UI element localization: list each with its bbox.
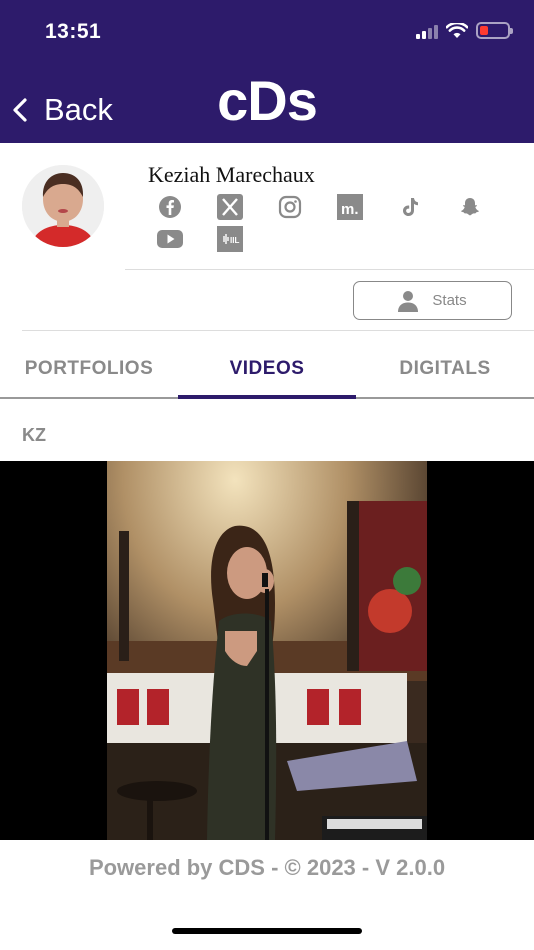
svg-text:IIL: IIL <box>230 236 239 245</box>
divider <box>125 269 534 270</box>
stats-button[interactable]: Stats <box>353 281 512 320</box>
app-title: cDs <box>217 69 318 132</box>
divider <box>22 330 534 331</box>
video-thumbnail <box>107 461 427 840</box>
video-section-label: KZ <box>22 425 46 445</box>
profile-card: Keziah Marechaux m. IIL Stats <box>0 143 534 331</box>
person-icon <box>398 290 419 312</box>
home-indicator <box>172 928 362 934</box>
tab-videos[interactable]: VIDEOS <box>178 358 356 380</box>
youtube-icon[interactable] <box>156 225 184 253</box>
active-tab-indicator <box>178 395 356 399</box>
profile-name: Keziah Marechaux <box>148 162 315 187</box>
app-header: 13:51 Back cDs <box>0 0 534 143</box>
video-player[interactable] <box>0 461 534 840</box>
stats-label: Stats <box>432 292 467 309</box>
tab-portfolios[interactable]: PORTFOLIOS <box>0 358 178 380</box>
avatar <box>22 165 104 247</box>
spotlight-icon[interactable]: IIL <box>216 225 244 253</box>
tiktok-icon[interactable] <box>396 193 424 221</box>
battery-icon <box>476 22 513 39</box>
footer-text: Powered by CDS - © 2023 - V 2.0.0 <box>88 855 446 880</box>
wifi-icon <box>446 22 468 38</box>
facebook-icon[interactable] <box>156 193 184 221</box>
status-time: 13:51 <box>45 20 102 43</box>
snapchat-icon[interactable] <box>456 193 484 221</box>
svg-text:m.: m. <box>341 201 359 218</box>
tab-bar: PORTFOLIOS VIDEOS DIGITALS <box>0 343 534 399</box>
tab-digitals[interactable]: DIGITALS <box>356 358 534 380</box>
x-icon[interactable] <box>216 193 244 221</box>
cellular-signal-icon <box>416 23 438 39</box>
models-icon[interactable]: m. <box>336 193 364 221</box>
status-icons <box>416 22 513 39</box>
instagram-icon[interactable] <box>276 193 304 221</box>
